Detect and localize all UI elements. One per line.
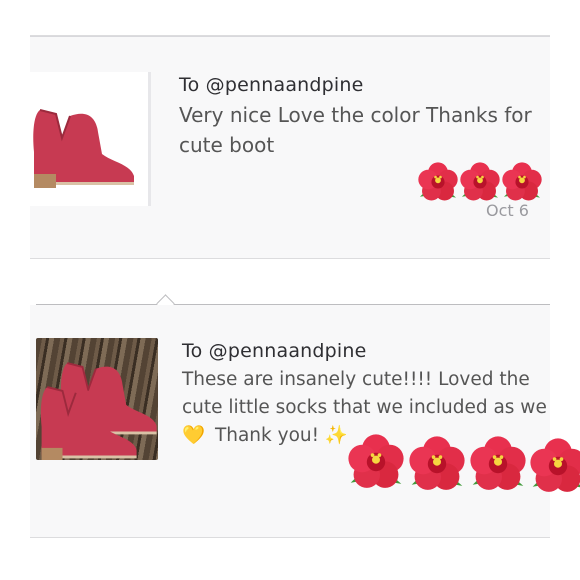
message-text-2-line-2: cute little socks that we included as we: [182, 397, 547, 418]
recipient-label-2[interactable]: To @pennaandpine: [182, 340, 367, 362]
hibiscus-icon-row-2: [348, 434, 580, 492]
bottom-rule: [30, 537, 550, 538]
section-rule: [30, 258, 550, 259]
red-boot-image: [32, 109, 135, 189]
message-text-1: Very nice Love the color Thanks for cute…: [179, 103, 532, 157]
hibiscus-icon-row-1: [418, 162, 542, 201]
thanks-text: Thank you!: [214, 425, 320, 446]
red-boots-photo: [36, 338, 158, 460]
product-thumbnail-2[interactable]: [36, 338, 158, 460]
message-text-2-line-3: 💛 Thank you! ✨: [182, 422, 348, 450]
recipient-label-1[interactable]: To @pennaandpine: [179, 74, 364, 96]
message-text-2-line-1: These are insanely cute!!!! Loved the: [182, 369, 530, 390]
yellow-heart-icon: 💛: [182, 425, 206, 446]
product-thumbnail-1[interactable]: [30, 72, 151, 206]
